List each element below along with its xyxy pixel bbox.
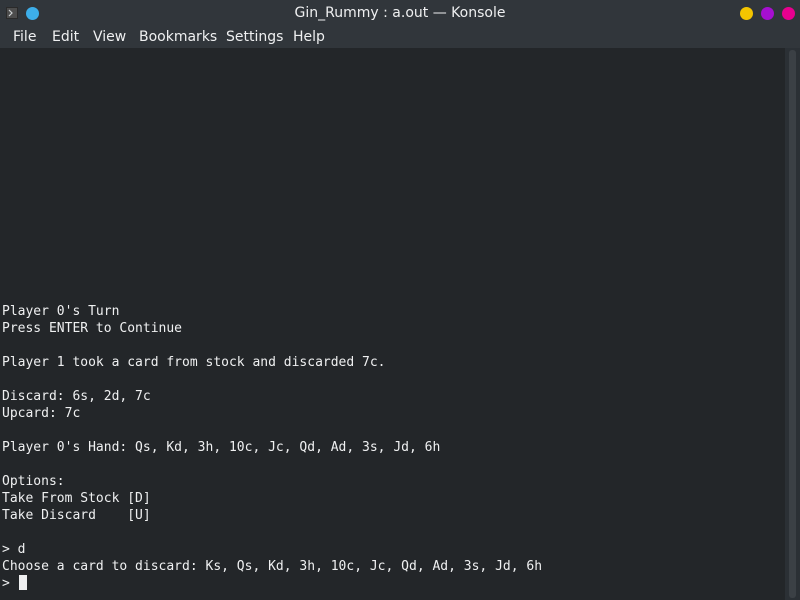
terminal-line: Upcard: 7c <box>2 406 81 421</box>
terminal-line: Player 0's Turn <box>2 304 120 319</box>
terminal-line: Player 1 took a card from stock and disc… <box>2 355 386 370</box>
menu-help[interactable]: Help <box>293 28 325 46</box>
scrollbar-thumb[interactable] <box>789 50 796 598</box>
menu-settings[interactable]: Settings <box>226 28 283 46</box>
terminal-line: Take From Stock [D] <box>2 491 151 506</box>
prompt-line[interactable]: > <box>2 575 27 592</box>
terminal-scrollbar[interactable] <box>785 48 800 600</box>
terminal-line: Discard: 6s, 2d, 7c <box>2 389 151 404</box>
terminal-line: > d <box>2 542 26 557</box>
title-bar[interactable]: Gin_Rummy : a.out — Konsole <box>0 0 800 26</box>
terminal-output[interactable]: Player 0's Turn Press ENTER to Continue … <box>0 48 785 600</box>
menu-bar: File Edit View Bookmarks Settings Help <box>0 26 800 48</box>
window-title: Gin_Rummy : a.out — Konsole <box>294 5 506 21</box>
menu-edit[interactable]: Edit <box>52 28 79 46</box>
menu-file[interactable]: File <box>13 28 36 46</box>
prompt-symbol: > <box>2 576 18 591</box>
terminal-line: Take Discard [U] <box>2 508 151 523</box>
menu-view[interactable]: View <box>93 28 126 46</box>
maximize-button[interactable] <box>761 7 774 20</box>
terminal-line: Choose a card to discard: Ks, Qs, Kd, 3h… <box>2 559 543 574</box>
terminal-line: Player 0's Hand: Qs, Kd, 3h, 10c, Jc, Qd… <box>2 440 441 455</box>
terminal-line: Press ENTER to Continue <box>2 321 183 336</box>
menu-bookmarks[interactable]: Bookmarks <box>139 28 217 46</box>
text-cursor <box>18 575 27 590</box>
close-button[interactable] <box>782 7 795 20</box>
minimize-button[interactable] <box>740 7 753 20</box>
konsole-window: Gin_Rummy : a.out — Konsole File Edit Vi… <box>0 0 800 600</box>
terminal-line: Options: <box>2 474 65 489</box>
